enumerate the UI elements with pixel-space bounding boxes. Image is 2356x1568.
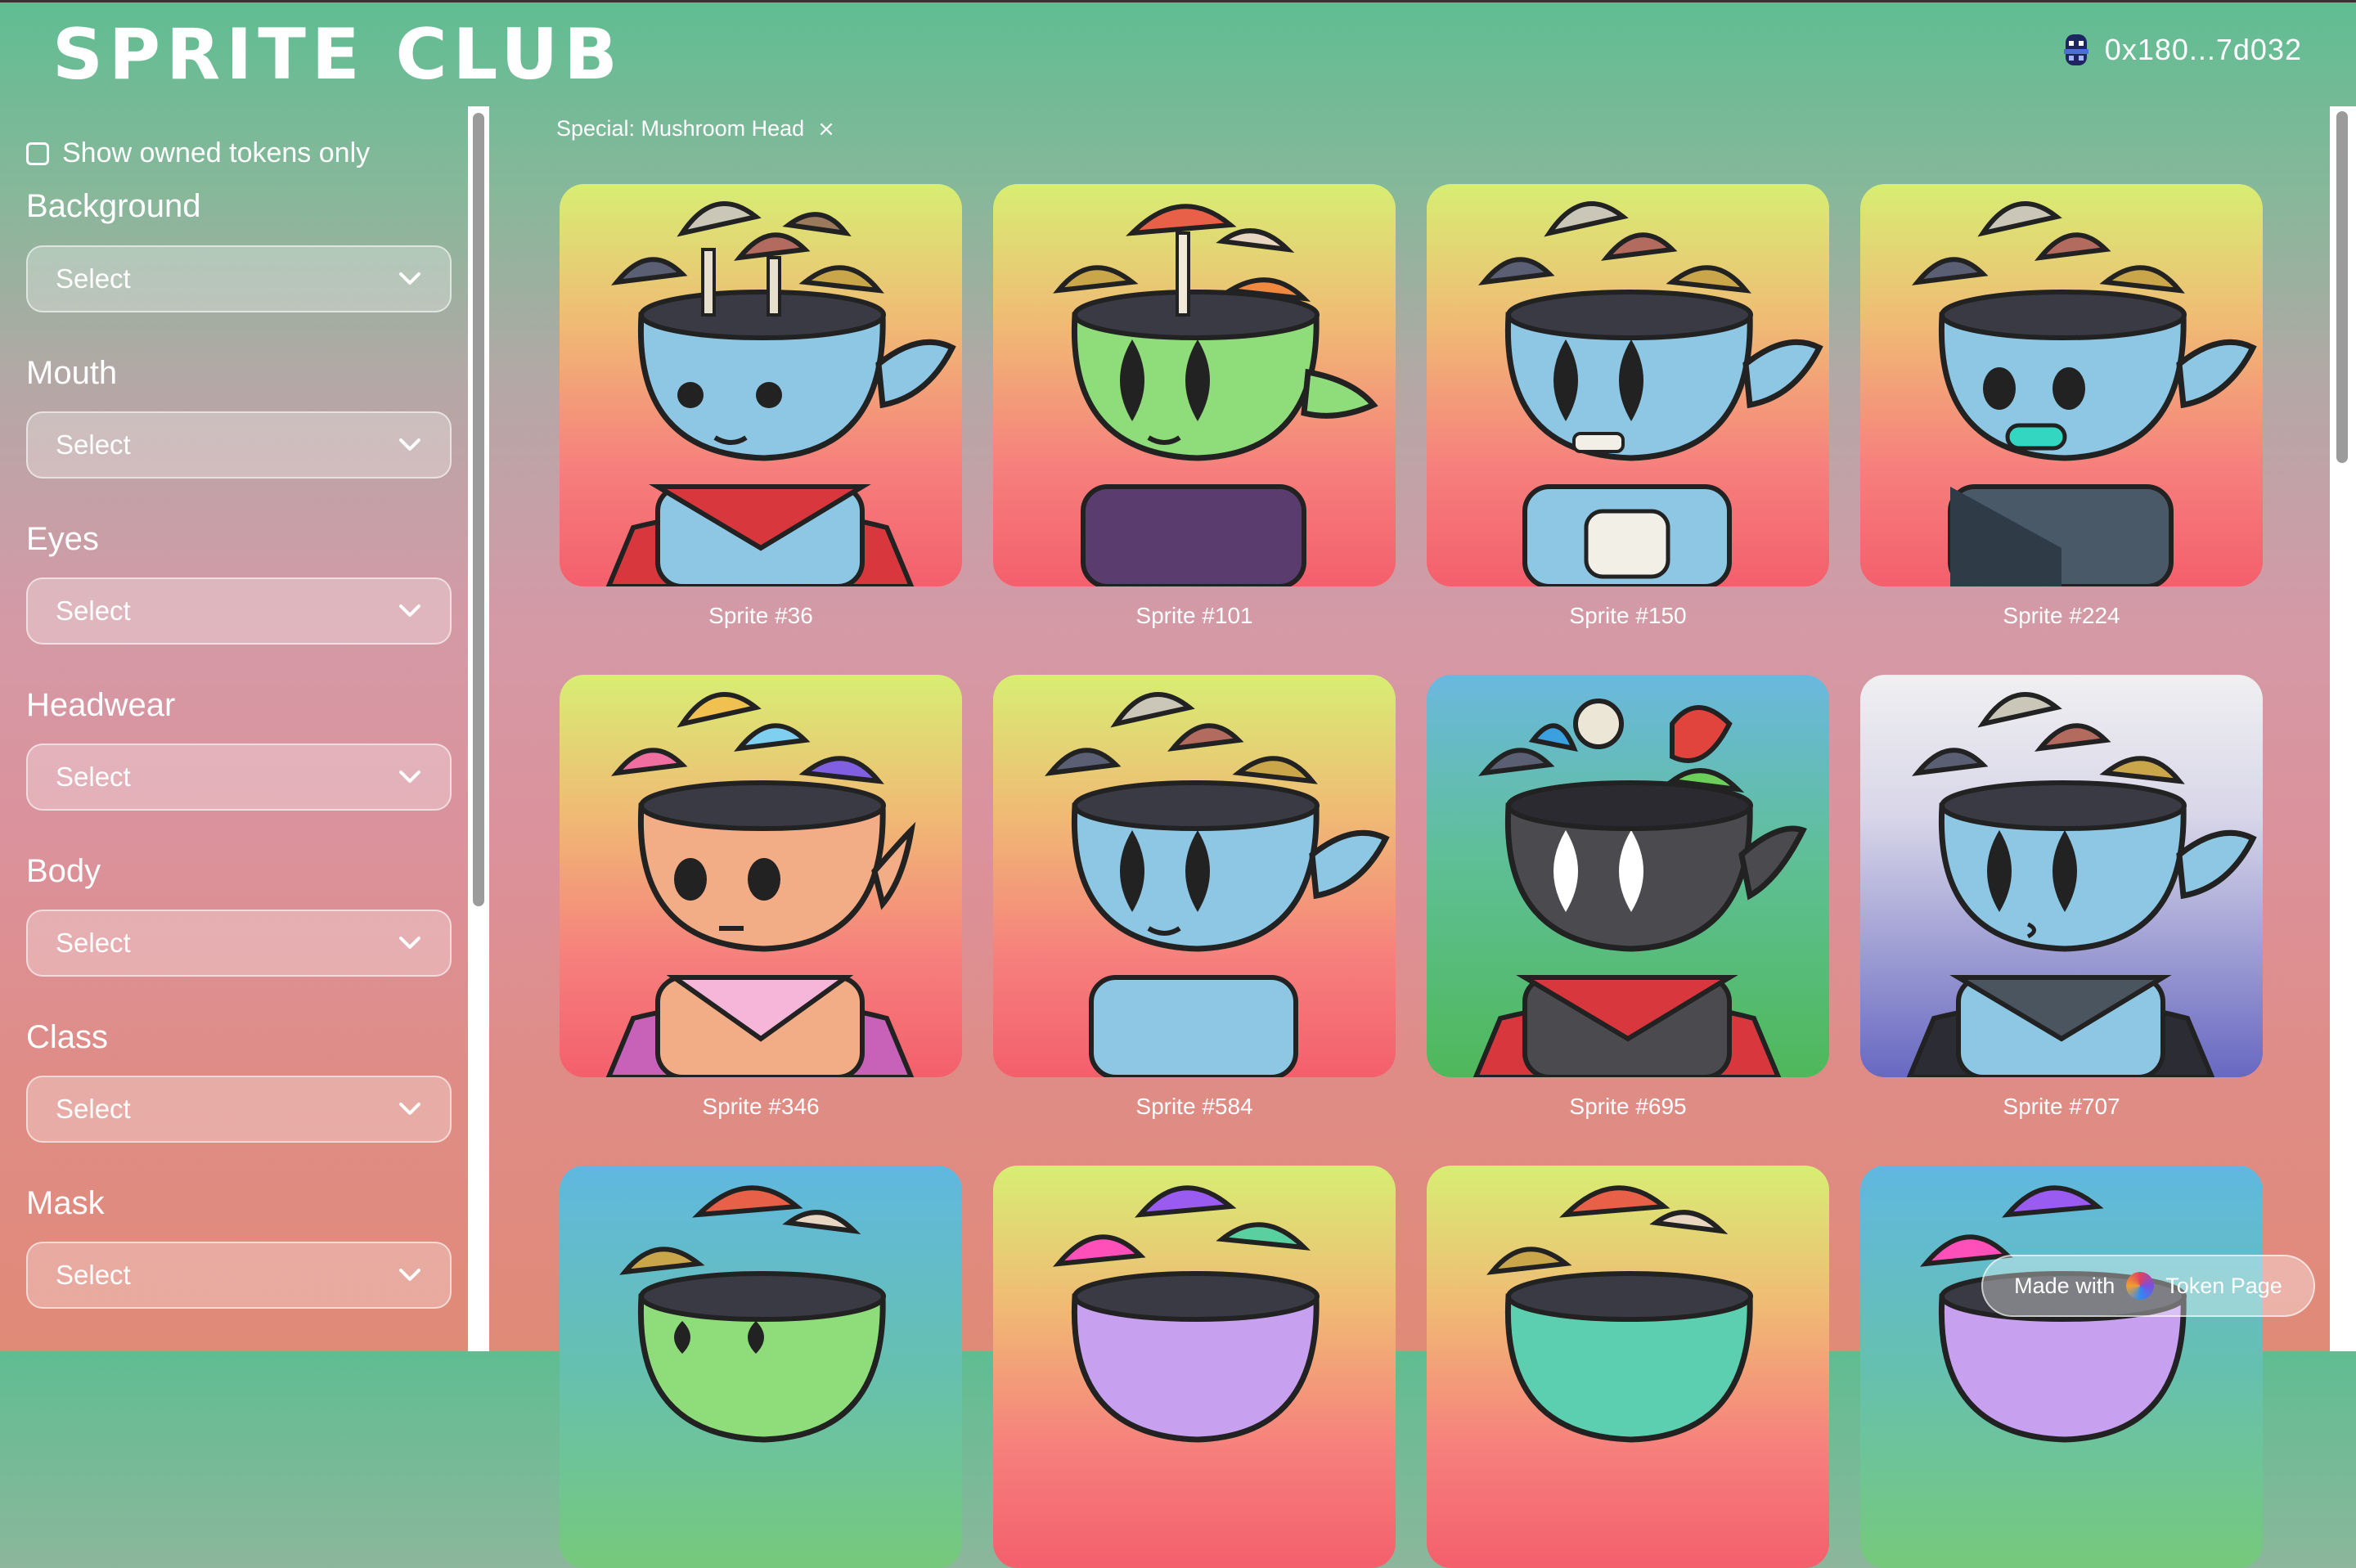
main-scrollbar[interactable]	[2336, 111, 2348, 463]
owned-tokens-checkbox[interactable]	[26, 142, 49, 165]
mouth-select[interactable]: Select	[26, 411, 452, 478]
app-logo[interactable]: SPRITE CLUB	[52, 18, 623, 92]
background-select[interactable]: Select	[26, 245, 452, 312]
token-card[interactable]: Sprite #101	[993, 184, 1396, 629]
token-image	[1860, 675, 2263, 1077]
wallet-address: 0x180...7d032	[2104, 33, 2302, 66]
token-card[interactable]	[560, 1166, 962, 1568]
token-name: Sprite #707	[2003, 1094, 2120, 1119]
made-with-label: Made with	[2014, 1273, 2115, 1298]
chevron-down-icon	[399, 1103, 420, 1115]
filter-label-mask: Mask	[26, 1185, 105, 1221]
mask-select-value: Select	[56, 1260, 131, 1290]
token-image	[560, 184, 962, 586]
owned-tokens-toggle[interactable]: Show owned tokens only	[26, 137, 370, 169]
token-image	[1427, 1166, 1829, 1568]
made-with-token-page-badge[interactable]: Made with Token Page	[1981, 1255, 2315, 1317]
token-image	[560, 1166, 962, 1568]
filter-sidebar: Show owned tokens only Background Select…	[0, 97, 468, 1351]
token-page-logo-icon	[2126, 1272, 2155, 1300]
token-card[interactable]: Sprite #346	[560, 675, 962, 1120]
chevron-down-icon	[399, 1269, 420, 1281]
eyes-select-value: Select	[56, 595, 131, 626]
wallet-button[interactable]: 0x180...7d032	[2059, 33, 2302, 67]
token-card[interactable]	[993, 1166, 1396, 1568]
token-name: Sprite #695	[1569, 1094, 1687, 1119]
sidebar-scrollbar[interactable]	[473, 113, 484, 906]
token-image	[993, 1166, 1396, 1568]
chevron-down-icon	[399, 438, 420, 451]
token-page-label: Token Page	[2165, 1273, 2282, 1298]
body-select-value: Select	[56, 928, 131, 958]
wallet-avatar-icon	[2063, 34, 2088, 65]
token-card[interactable]	[1860, 1166, 2263, 1568]
token-card[interactable]: Sprite #695	[1427, 675, 1829, 1120]
eyes-select[interactable]: Select	[26, 577, 452, 645]
token-name: Sprite #150	[1569, 603, 1687, 628]
token-image	[993, 675, 1396, 1077]
token-card[interactable]	[1427, 1166, 1829, 1568]
chevron-down-icon	[399, 937, 420, 949]
token-image	[1860, 184, 2263, 586]
filter-label-body: Body	[26, 853, 101, 889]
chevron-down-icon	[399, 272, 420, 285]
token-name: Sprite #101	[1135, 603, 1253, 628]
token-image	[1427, 675, 1829, 1077]
background-select-value: Select	[56, 263, 131, 294]
class-select-value: Select	[56, 1094, 131, 1124]
body-select[interactable]: Select	[26, 910, 452, 977]
chevron-down-icon	[399, 604, 420, 617]
mask-select[interactable]: Select	[26, 1242, 452, 1309]
token-name: Sprite #224	[2003, 603, 2120, 628]
token-card[interactable]: Sprite #584	[993, 675, 1396, 1120]
token-name: Sprite #584	[1135, 1094, 1253, 1119]
active-filter-label: Special: Mushroom Head	[556, 116, 805, 141]
token-image	[560, 675, 962, 1077]
chevron-down-icon	[399, 771, 420, 783]
token-card[interactable]: Sprite #224	[1860, 184, 2263, 629]
token-name: Sprite #36	[708, 603, 813, 628]
token-image	[1427, 184, 1829, 586]
filter-label-class: Class	[26, 1019, 109, 1055]
class-select[interactable]: Select	[26, 1076, 452, 1143]
token-name: Sprite #346	[702, 1094, 820, 1119]
headwear-select[interactable]: Select	[26, 744, 452, 811]
token-card[interactable]: Sprite #707	[1860, 675, 2263, 1120]
token-card[interactable]: Sprite #150	[1427, 184, 1829, 629]
token-card[interactable]: Sprite #36	[560, 184, 962, 629]
active-filter-chip: Special: Mushroom Head ×	[556, 116, 835, 142]
mouth-select-value: Select	[56, 429, 131, 460]
owned-tokens-label: Show owned tokens only	[62, 137, 371, 168]
filter-label-mouth: Mouth	[26, 355, 118, 391]
filter-label-background: Background	[26, 188, 201, 224]
top-border	[0, 0, 2356, 2]
headwear-select-value: Select	[56, 762, 131, 792]
token-image	[1860, 1166, 2263, 1568]
remove-filter-button[interactable]: ×	[817, 117, 835, 142]
filter-label-eyes: Eyes	[26, 521, 99, 557]
filter-label-headwear: Headwear	[26, 687, 176, 723]
token-image	[993, 184, 1396, 586]
